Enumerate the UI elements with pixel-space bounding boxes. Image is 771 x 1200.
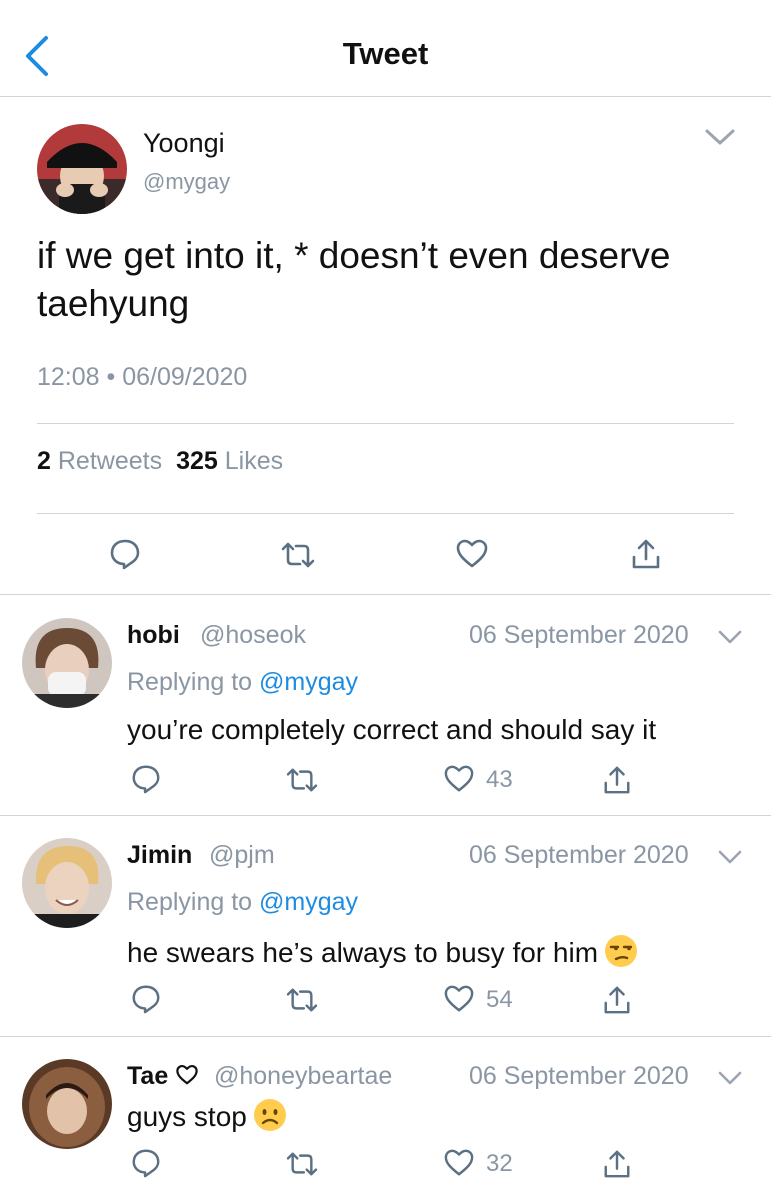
replying-to: Replying to @mygay bbox=[127, 668, 358, 697]
heart-icon bbox=[444, 1149, 474, 1176]
share-button[interactable] bbox=[602, 1148, 632, 1180]
replying-to-label: Replying to bbox=[127, 668, 253, 696]
retweet-icon bbox=[286, 988, 318, 1012]
reply-date: 06 September 2020 bbox=[469, 841, 689, 869]
comment-icon bbox=[132, 985, 160, 1014]
reply-author-name[interactable]: Jimin bbox=[127, 841, 192, 870]
divider bbox=[0, 1036, 771, 1037]
share-button[interactable] bbox=[602, 984, 632, 1016]
comment-icon bbox=[132, 1149, 160, 1178]
reply-text-line: he swears he’s always to busy for him bbox=[127, 934, 638, 969]
mention-link[interactable]: @mygay bbox=[259, 888, 358, 916]
heart-icon bbox=[444, 765, 474, 792]
retweet-button[interactable] bbox=[285, 766, 319, 794]
share-icon bbox=[632, 539, 660, 569]
retweet-button[interactable] bbox=[280, 540, 316, 570]
likes-link[interactable]: 325 Likes bbox=[176, 447, 283, 475]
avatar-image bbox=[37, 124, 127, 214]
frowning-face-emoji bbox=[253, 1099, 286, 1131]
heart-icon bbox=[456, 539, 488, 568]
retweet-button[interactable] bbox=[285, 986, 319, 1014]
divider bbox=[0, 594, 771, 595]
retweets-link[interactable]: 2 Retweets bbox=[37, 447, 162, 475]
chevron-down-icon bbox=[718, 630, 742, 644]
avatar[interactable] bbox=[22, 1059, 112, 1149]
avatar[interactable] bbox=[37, 124, 127, 214]
reply-button[interactable] bbox=[130, 983, 162, 1015]
reply-date: 06 September 2020 bbox=[469, 1062, 689, 1090]
reply-author-handle[interactable]: @pjm bbox=[209, 841, 275, 870]
share-icon bbox=[604, 1150, 630, 1178]
like-count: 32 bbox=[486, 1150, 513, 1177]
retweet-icon bbox=[286, 1152, 318, 1176]
unamused-face-emoji bbox=[605, 935, 638, 967]
reply-author-handle[interactable]: @hoseok bbox=[200, 621, 306, 650]
comment-icon bbox=[110, 539, 140, 570]
reply-author-name-group[interactable]: Tae bbox=[127, 1062, 199, 1091]
retweet-icon bbox=[286, 768, 318, 792]
reply-author-name[interactable]: hobi bbox=[127, 621, 180, 650]
like-button[interactable] bbox=[455, 538, 489, 570]
avatar-image bbox=[22, 618, 112, 708]
reply-text: you’re completely correct and should say… bbox=[127, 714, 657, 745]
like-button[interactable] bbox=[443, 764, 475, 794]
reply-button[interactable] bbox=[130, 763, 162, 795]
tweet-stats: 2 Retweets 325 Likes bbox=[37, 447, 283, 476]
likes-count: 325 bbox=[176, 447, 218, 475]
like-count: 43 bbox=[486, 766, 513, 793]
avatar[interactable] bbox=[22, 838, 112, 928]
reply-text-line: guys stop bbox=[127, 1098, 287, 1133]
reply-options-button[interactable] bbox=[717, 628, 743, 646]
author-name[interactable]: Yoongi bbox=[143, 128, 225, 159]
heart-icon bbox=[444, 985, 474, 1012]
chevron-down-icon bbox=[718, 850, 742, 864]
retweets-label: Retweets bbox=[57, 447, 163, 475]
share-button[interactable] bbox=[630, 537, 662, 571]
share-icon bbox=[604, 766, 630, 794]
likes-label: Likes bbox=[224, 447, 284, 475]
retweets-count: 2 bbox=[37, 447, 51, 475]
divider bbox=[0, 815, 771, 816]
reply-options-button[interactable] bbox=[717, 848, 743, 866]
page-title: Tweet bbox=[342, 36, 429, 71]
avatar[interactable] bbox=[22, 618, 112, 708]
top-bar: Tweet bbox=[0, 0, 771, 97]
chevron-down-icon bbox=[718, 1071, 742, 1085]
reply-date: 06 September 2020 bbox=[469, 621, 689, 649]
author-handle[interactable]: @mygay bbox=[143, 169, 230, 195]
divider bbox=[37, 423, 734, 424]
like-count: 54 bbox=[486, 986, 513, 1013]
reply-author-name: Tae bbox=[127, 1062, 169, 1090]
tweet-options-button[interactable] bbox=[704, 126, 736, 148]
reply-button[interactable] bbox=[130, 1147, 162, 1179]
replying-to: Replying to @mygay bbox=[127, 888, 358, 917]
reply-text: he swears he’s always to busy for him bbox=[127, 937, 599, 968]
mention-link[interactable]: @mygay bbox=[259, 668, 358, 696]
replying-to-label: Replying to bbox=[127, 888, 253, 916]
chevron-down-icon bbox=[705, 129, 735, 145]
reply-button[interactable] bbox=[108, 537, 142, 571]
divider bbox=[37, 513, 734, 514]
retweet-button[interactable] bbox=[285, 1150, 319, 1178]
reply-text: guys stop bbox=[127, 1101, 247, 1132]
like-button[interactable] bbox=[443, 984, 475, 1014]
share-icon bbox=[604, 986, 630, 1014]
like-button[interactable] bbox=[443, 1148, 475, 1178]
retweet-icon bbox=[281, 542, 315, 568]
reply-author-handle[interactable]: @honeybeartae bbox=[214, 1062, 392, 1091]
avatar-image bbox=[22, 1059, 112, 1149]
heart-outline-icon bbox=[176, 1064, 198, 1085]
reply-options-button[interactable] bbox=[717, 1069, 743, 1087]
tweet-text: if we get into it, * doesn’t even deserv… bbox=[37, 235, 671, 324]
share-button[interactable] bbox=[602, 764, 632, 796]
tweet-timestamp: 12:08 • 06/09/2020 bbox=[37, 363, 248, 391]
comment-icon bbox=[132, 765, 160, 794]
avatar-image bbox=[22, 838, 112, 928]
